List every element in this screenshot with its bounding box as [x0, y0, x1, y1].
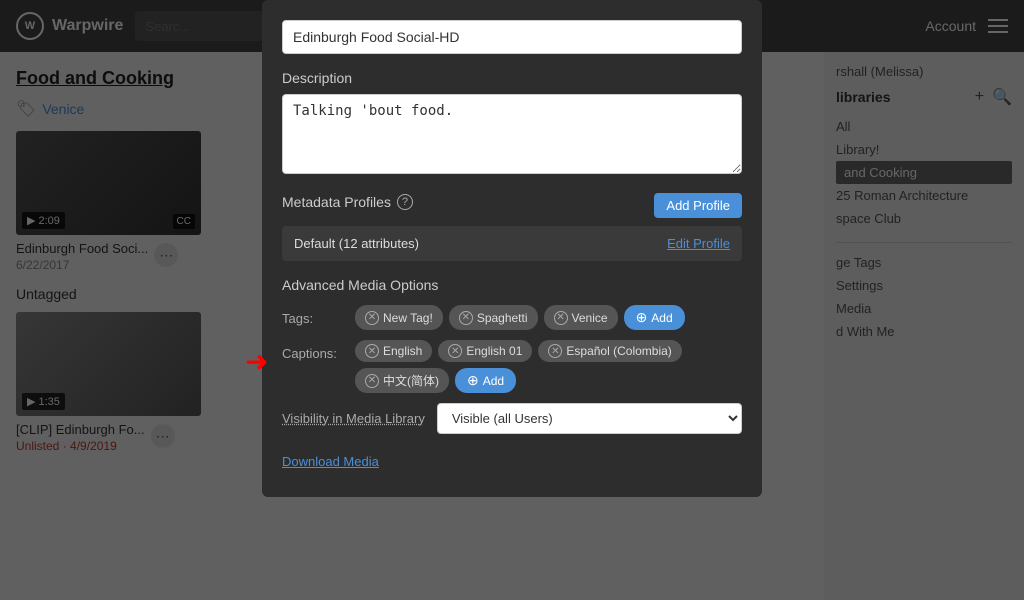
- remove-venice[interactable]: ✕: [554, 311, 568, 325]
- captions-label: Captions:: [282, 340, 347, 361]
- remove-english[interactable]: ✕: [365, 344, 379, 358]
- tag-chip-spaghetti: ✕ Spaghetti: [449, 305, 538, 330]
- remove-spaghetti[interactable]: ✕: [459, 311, 473, 325]
- plus-icon: ⊕: [636, 309, 648, 326]
- plus-icon-captions: ⊕: [467, 372, 479, 389]
- tags-label: Tags:: [282, 305, 347, 326]
- modal: Description Talking 'bout food. Metadata…: [262, 0, 762, 497]
- caption-chip-english: ✕ English: [355, 340, 432, 362]
- add-caption-btn[interactable]: ⊕ Add: [455, 368, 516, 393]
- remove-chinese[interactable]: ✕: [365, 374, 379, 388]
- remove-espanol[interactable]: ✕: [548, 344, 562, 358]
- visibility-label: Visibility in Media Library: [282, 411, 425, 426]
- captions-row: Captions: ✕ English ✕ English 01 ✕ Españ…: [282, 340, 742, 393]
- visibility-row: Visibility in Media Library Visible (all…: [282, 403, 742, 434]
- profile-row: Default (12 attributes) Edit Profile: [282, 226, 742, 261]
- download-media-link[interactable]: Download Media: [282, 446, 742, 477]
- metadata-label: Metadata Profiles ?: [282, 194, 413, 210]
- visibility-select[interactable]: Visible (all Users) Hidden Private: [437, 403, 742, 434]
- caption-chip-english01: ✕ English 01: [438, 340, 532, 362]
- description-textarea[interactable]: Talking 'bout food.: [282, 94, 742, 174]
- caption-chip-chinese: ✕ 中文(简体): [355, 368, 449, 393]
- description-label: Description: [282, 70, 742, 86]
- profile-name: Default (12 attributes): [294, 236, 419, 251]
- red-arrow: ➜: [245, 348, 268, 376]
- profiles-header: Metadata Profiles ? Add Profile: [282, 193, 742, 218]
- add-profile-btn[interactable]: Add Profile: [654, 193, 742, 218]
- title-input[interactable]: [282, 20, 742, 54]
- help-icon[interactable]: ?: [397, 194, 413, 210]
- captions-area: ✕ English ✕ English 01 ✕ Español (Colomb…: [355, 340, 742, 393]
- tags-area: ✕ New Tag! ✕ Spaghetti ✕ Venice ⊕ Add: [355, 305, 742, 330]
- tags-row: Tags: ✕ New Tag! ✕ Spaghetti ✕ Venice ⊕ …: [282, 305, 742, 330]
- tag-chip-newtag: ✕ New Tag!: [355, 305, 443, 330]
- caption-chip-espanol: ✕ Español (Colombia): [538, 340, 681, 362]
- modal-overlay: Description Talking 'bout food. Metadata…: [0, 0, 1024, 600]
- advanced-title: Advanced Media Options: [282, 277, 742, 293]
- remove-newtag[interactable]: ✕: [365, 311, 379, 325]
- profiles-section: Metadata Profiles ? Add Profile Default …: [282, 193, 742, 261]
- add-tag-btn[interactable]: ⊕ Add: [624, 305, 685, 330]
- remove-english01[interactable]: ✕: [448, 344, 462, 358]
- edit-profile-btn[interactable]: Edit Profile: [667, 236, 730, 251]
- tag-chip-venice: ✕ Venice: [544, 305, 618, 330]
